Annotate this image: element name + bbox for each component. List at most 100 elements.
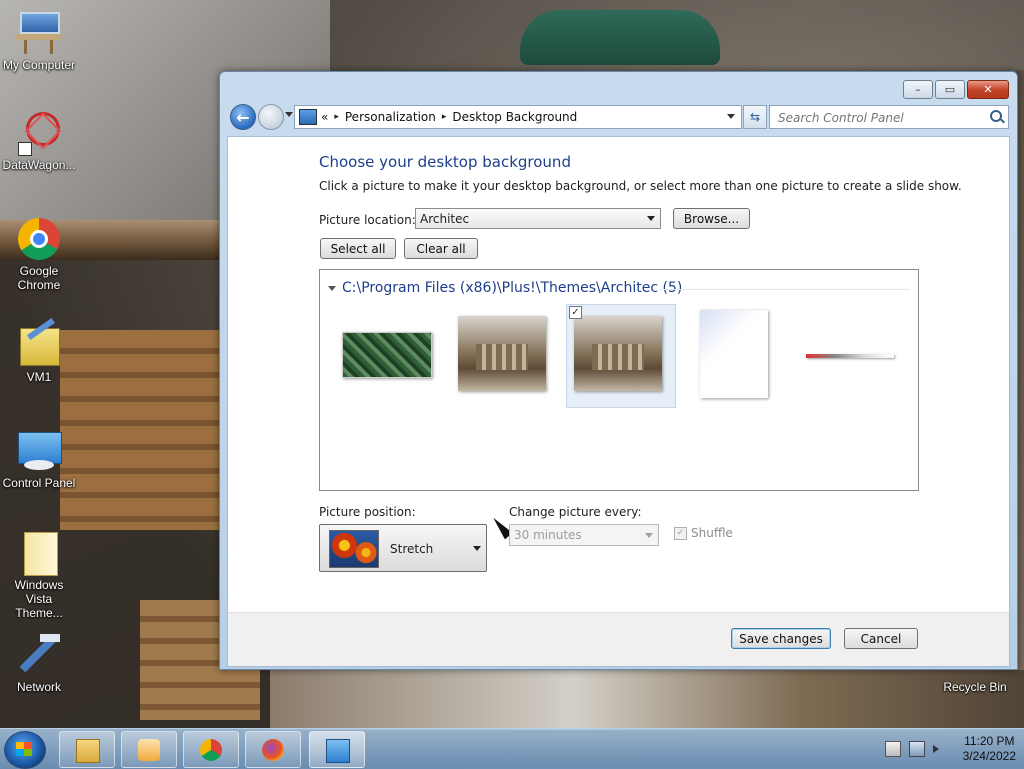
folder-icon — [76, 739, 100, 763]
flower-preview-icon — [329, 530, 379, 568]
minimize-button[interactable]: – — [903, 80, 933, 99]
content-pane: Choose your desktop background Click a p… — [227, 136, 1010, 613]
address-prefix[interactable]: « — [321, 110, 328, 124]
thumbnail-white[interactable] — [700, 310, 768, 398]
clear-all-button[interactable]: Clear all — [404, 238, 478, 259]
chevron-down-icon — [647, 216, 655, 221]
search-box[interactable] — [769, 105, 1009, 129]
desktop-icon-label: My Computer — [2, 58, 76, 72]
taskbar-media-player[interactable] — [121, 731, 177, 768]
start-button[interactable] — [4, 731, 46, 769]
browse-button[interactable]: Browse... — [673, 208, 750, 229]
breadcrumb-separator: ▸ — [441, 112, 447, 122]
folder-icon — [16, 530, 62, 576]
desktop-icon-label: Windows Vista Theme... — [14, 578, 64, 620]
wallpaper-green-pillar — [520, 10, 720, 65]
clock[interactable]: 11:20 PM 3/24/2022 — [963, 734, 1016, 764]
picture-location-label: Picture location: — [319, 213, 416, 227]
desktop-icon-label: Google Chrome — [17, 264, 61, 292]
desktop-icon-label: Recycle Bin — [943, 680, 1007, 694]
shuffle-option[interactable]: ✓ Shuffle — [674, 526, 733, 540]
media-player-icon — [138, 739, 160, 761]
network-icon — [16, 632, 62, 678]
thumbnail-architecture-1[interactable] — [458, 316, 546, 391]
group-divider — [660, 289, 910, 290]
breadcrumb-personalization[interactable]: Personalization — [345, 110, 436, 124]
desktop-icon-network[interactable]: Network — [1, 632, 77, 694]
cancel-button[interactable]: Cancel — [844, 628, 918, 649]
action-center-icon[interactable] — [884, 741, 901, 757]
desktop-icon-google-chrome[interactable]: Google Chrome — [1, 216, 77, 292]
thumbnail-strip[interactable] — [806, 354, 894, 358]
arrow-left-icon: ← — [236, 107, 250, 127]
save-changes-button[interactable]: Save changes — [731, 628, 831, 649]
desktop-icon-datawagon[interactable]: DataWagon... — [1, 107, 77, 172]
picture-gallery: C:\Program Files (x86)\Plus!\Themes\Arch… — [319, 269, 919, 491]
taskbar-firefox[interactable] — [245, 731, 301, 768]
back-button[interactable]: ← — [230, 104, 256, 130]
page-title: Choose your desktop background — [319, 153, 571, 171]
collapse-icon[interactable] — [328, 285, 336, 291]
volume-icon[interactable] — [932, 745, 939, 753]
picture-position-label: Picture position: — [319, 505, 416, 519]
search-input[interactable] — [776, 108, 980, 128]
shuffle-checkbox[interactable]: ✓ — [674, 526, 687, 540]
desktop-icon-control-panel[interactable]: Control Panel — [1, 428, 77, 490]
control-panel-icon — [326, 739, 350, 763]
forward-button[interactable] — [258, 104, 284, 130]
gallery-group-label: C:\Program Files (x86)\Plus!\Themes\Arch… — [342, 280, 683, 296]
breadcrumb-separator: ▸ — [334, 112, 339, 122]
desktop-icon-label: Network — [16, 680, 61, 694]
wallpaper-stairs — [60, 330, 220, 530]
windows-logo-icon — [16, 742, 32, 756]
search-icon[interactable] — [990, 110, 1002, 122]
page-subtitle: Click a picture to make it your desktop … — [319, 179, 962, 193]
navigation-bar: ← « ▸ Personalization ▸ Desktop Backgrou… — [228, 104, 1009, 130]
chevron-down-icon — [473, 546, 481, 551]
desktop-icon-label: Control Panel — [2, 476, 76, 490]
clock-date: 3/24/2022 — [962, 749, 1016, 763]
thumbnail-green-marble[interactable] — [342, 332, 432, 378]
select-all-button[interactable]: Select all — [320, 238, 396, 259]
taskbar: 11:20 PM 3/24/2022 — [0, 728, 1024, 769]
picture-location-select[interactable]: Architec — [415, 208, 661, 229]
wallpaper-floor — [270, 670, 1024, 730]
desktop-icon-label: VM1 — [26, 370, 52, 384]
recent-pages-dropdown[interactable] — [285, 112, 293, 117]
close-button[interactable]: ✕ — [967, 80, 1009, 99]
desktop-icon-windows-vista-theme[interactable]: Windows Vista Theme... — [1, 530, 77, 620]
control-panel-icon — [299, 109, 317, 125]
thumbnail-architecture-2[interactable] — [574, 316, 662, 391]
gallery-group-header[interactable]: C:\Program Files (x86)\Plus!\Themes\Arch… — [328, 280, 682, 296]
system-tray: 11:20 PM 3/24/2022 — [884, 729, 1016, 769]
taskbar-control-panel[interactable] — [309, 731, 365, 768]
network-status-icon[interactable] — [908, 741, 925, 757]
desktop-icon-vm1[interactable]: VM1 — [1, 317, 77, 384]
control-panel-icon — [16, 428, 62, 474]
chrome-icon — [16, 216, 62, 262]
firefox-icon — [262, 739, 284, 761]
picture-position-value: Stretch — [390, 542, 434, 556]
picture-position-select[interactable]: Stretch — [319, 524, 487, 572]
breadcrumb-desktop-background[interactable]: Desktop Background — [452, 110, 577, 124]
clock-time: 11:20 PM — [964, 734, 1015, 748]
change-picture-select[interactable]: 30 minutes — [509, 524, 659, 546]
maximize-button[interactable]: ▭ — [935, 80, 965, 99]
footer-bar: Save changes Cancel — [227, 612, 1010, 667]
address-bar[interactable]: « ▸ Personalization ▸ Desktop Background — [294, 105, 742, 129]
address-dropdown-icon[interactable] — [727, 114, 735, 119]
datawagon-icon — [16, 107, 65, 156]
desktop-icon-my-computer[interactable]: My Computer — [1, 10, 77, 72]
taskbar-chrome[interactable] — [183, 731, 239, 768]
chevron-down-icon — [645, 533, 653, 538]
window-controls: – ▭ ✕ — [903, 80, 1009, 99]
thumbnail-checkbox[interactable]: ✓ — [569, 306, 582, 319]
change-picture-label: Change picture every: — [509, 505, 642, 519]
desktop-background-window: – ▭ ✕ ← « ▸ Personalization ▸ Desktop Ba… — [219, 71, 1018, 670]
refresh-button[interactable]: ⇆ — [743, 105, 767, 129]
change-picture-value: 30 minutes — [514, 528, 582, 542]
desktop-icon-label: DataWagon... — [2, 158, 76, 172]
shuffle-label: Shuffle — [691, 526, 733, 540]
picture-location-value: Architec — [420, 211, 470, 226]
taskbar-file-explorer[interactable] — [59, 731, 115, 768]
